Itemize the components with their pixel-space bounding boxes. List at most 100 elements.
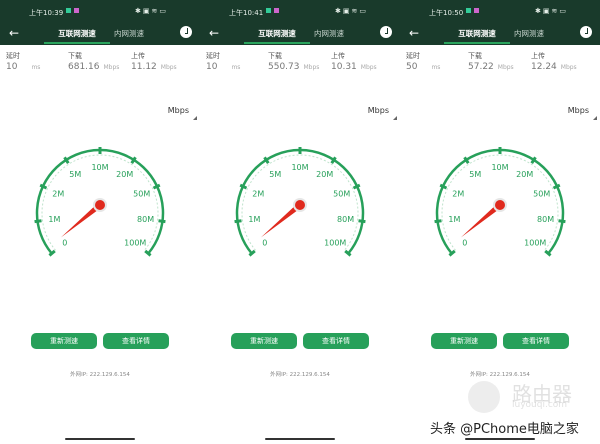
gauge-tick-label: 2M (452, 190, 464, 199)
view-details-button[interactable]: 查看详情 (503, 333, 569, 349)
gauge-tick (234, 219, 242, 224)
tab-internet-speed[interactable]: 互联网测速 (44, 28, 110, 44)
unit-dropdown-value: Mbps (367, 106, 389, 115)
latency-value: 10 (6, 62, 18, 72)
download-stat: 下载 550.73 Mbps (268, 51, 319, 72)
gauge-tick (434, 219, 442, 224)
needle-hub (95, 200, 105, 210)
tab-lan-speed[interactable]: 内网测速 (314, 28, 344, 39)
view-details-button[interactable]: 查看详情 (103, 333, 169, 349)
back-arrow-icon[interactable]: ← (9, 26, 19, 40)
gauge-tick-label: 10M (491, 163, 508, 172)
gauge-tick-label: 20M (316, 170, 333, 179)
home-indicator[interactable] (265, 438, 335, 440)
download-value: 681.16 (68, 62, 100, 72)
upload-value: 12.24 (531, 62, 557, 72)
needle-hub (295, 200, 305, 210)
download-value: 57.22 (468, 62, 494, 72)
upload-stat: 上传 10.31 Mbps (331, 51, 377, 72)
gauge-tick (34, 219, 42, 224)
external-ip: 外网IP: 222.129.6.154 (70, 372, 130, 378)
status-time: 上午10:39 (29, 9, 64, 17)
unit-dropdown[interactable]: Mbps (167, 106, 198, 120)
unit-dropdown-value: Mbps (167, 106, 189, 115)
download-stat: 下载 681.16 Mbps (68, 51, 119, 72)
app-icon (474, 8, 479, 13)
watermark-credit: 头条 @PChome电脑之家 (430, 422, 579, 437)
gauge-tick-label: 50M (333, 190, 350, 199)
tab-internet-speed[interactable]: 互联网测速 (444, 28, 510, 44)
speedtest-screen: 上午10:41 ✱▣≋▭ ← 互联网测速 内网测速 延时 10 ms 下载 550.7… (200, 0, 400, 444)
download-label: 下载 (468, 52, 482, 60)
status-time: 上午10:50 (429, 9, 464, 17)
upload-unit: Mbps (160, 64, 177, 71)
unit-dropdown[interactable]: Mbps (567, 106, 598, 120)
external-ip: 外网IP: 222.129.6.154 (270, 372, 330, 378)
app-bar: ← 互联网测速 内网测速 (0, 22, 200, 45)
watermark-router-icon (468, 381, 500, 413)
results-row: 延时 50 ms 下载 57.22 Mbps 上传 12.24 Mbps (400, 45, 600, 75)
view-details-button[interactable]: 查看详情 (303, 333, 369, 349)
app-icon (66, 8, 71, 13)
upload-unit: Mbps (560, 64, 577, 71)
upload-label: 上传 (131, 52, 145, 60)
upload-stat: 上传 11.12 Mbps (131, 51, 177, 72)
gauge-tick-label: 10M (91, 163, 108, 172)
download-label: 下载 (68, 52, 82, 60)
speedtest-screen: 上午10:39 ✱▣≋▭ ← 互联网测速 内网测速 延时 10 ms 下载 681.1… (0, 0, 200, 444)
history-clock-icon[interactable] (580, 26, 592, 38)
latency-label: 延时 (206, 52, 220, 60)
download-stat: 下载 57.22 Mbps (468, 51, 514, 72)
home-indicator[interactable] (465, 438, 535, 440)
status-time: 上午10:41 (229, 9, 264, 17)
app-bar: ← 互联网测速 内网测速 (400, 22, 600, 45)
gauge-tick-label: 0 (462, 239, 467, 248)
app-icon (466, 8, 471, 13)
latency-unit: ms (431, 64, 441, 71)
status-bar: 上午10:50 ✱▣≋▭ (400, 0, 600, 22)
upload-label: 上传 (331, 52, 345, 60)
results-row: 延时 10 ms 下载 550.73 Mbps 上传 10.31 Mbps (200, 45, 400, 75)
latency-unit: ms (231, 64, 241, 71)
unit-dropdown[interactable]: Mbps (367, 106, 398, 120)
home-indicator[interactable] (65, 438, 135, 440)
upload-value: 11.12 (131, 62, 157, 72)
back-arrow-icon[interactable]: ← (209, 26, 219, 40)
upload-unit: Mbps (360, 64, 377, 71)
gauge-tick-label: 1M (248, 215, 260, 224)
speed-gauge: 0 1M 2M 5M 10M 20M 50M 80M 100M (34, 147, 166, 257)
gauge-tick-label: 5M (269, 170, 281, 179)
needle-hub (495, 200, 505, 210)
gauge-tick-label: 5M (469, 170, 481, 179)
unit-dropdown-value: Mbps (567, 106, 589, 115)
history-clock-icon[interactable] (180, 26, 192, 38)
retest-button[interactable]: 重新测速 (31, 333, 97, 349)
retest-button[interactable]: 重新测速 (431, 333, 497, 349)
latency-label: 延时 (406, 52, 420, 60)
gauge-tick-label: 100M (124, 239, 146, 248)
gauge-tick-label: 10M (291, 163, 308, 172)
history-clock-icon[interactable] (380, 26, 392, 38)
gauge-tick (358, 219, 366, 224)
app-bar: ← 互联网测速 内网测速 (200, 22, 400, 45)
download-unit: Mbps (497, 64, 514, 71)
back-arrow-icon[interactable]: ← (409, 26, 419, 40)
upload-stat: 上传 12.24 Mbps (531, 51, 577, 72)
bluetooth-wifi-battery-icon: ✱▣≋▭ (335, 7, 368, 15)
tab-internet-speed[interactable]: 互联网测速 (244, 28, 310, 44)
gauge-tick-label: 100M (524, 239, 546, 248)
retest-button[interactable]: 重新测速 (231, 333, 297, 349)
gauge-tick-label: 0 (62, 239, 67, 248)
gauge-tick-label: 1M (448, 215, 460, 224)
latency-stat: 延时 50 ms (406, 51, 440, 72)
speed-gauge: 0 1M 2M 5M 10M 20M 50M 80M 100M (434, 147, 566, 257)
latency-stat: 延时 10 ms (206, 51, 240, 72)
gauge-tick-label: 20M (116, 170, 133, 179)
gauge-tick-label: 80M (137, 215, 154, 224)
tab-lan-speed[interactable]: 内网测速 (114, 28, 144, 39)
tab-lan-speed[interactable]: 内网测速 (514, 28, 544, 39)
upload-value: 10.31 (331, 62, 357, 72)
gauge-tick-label: 1M (48, 215, 60, 224)
latency-unit: ms (31, 64, 41, 71)
bluetooth-wifi-battery-icon: ✱▣≋▭ (135, 7, 168, 15)
